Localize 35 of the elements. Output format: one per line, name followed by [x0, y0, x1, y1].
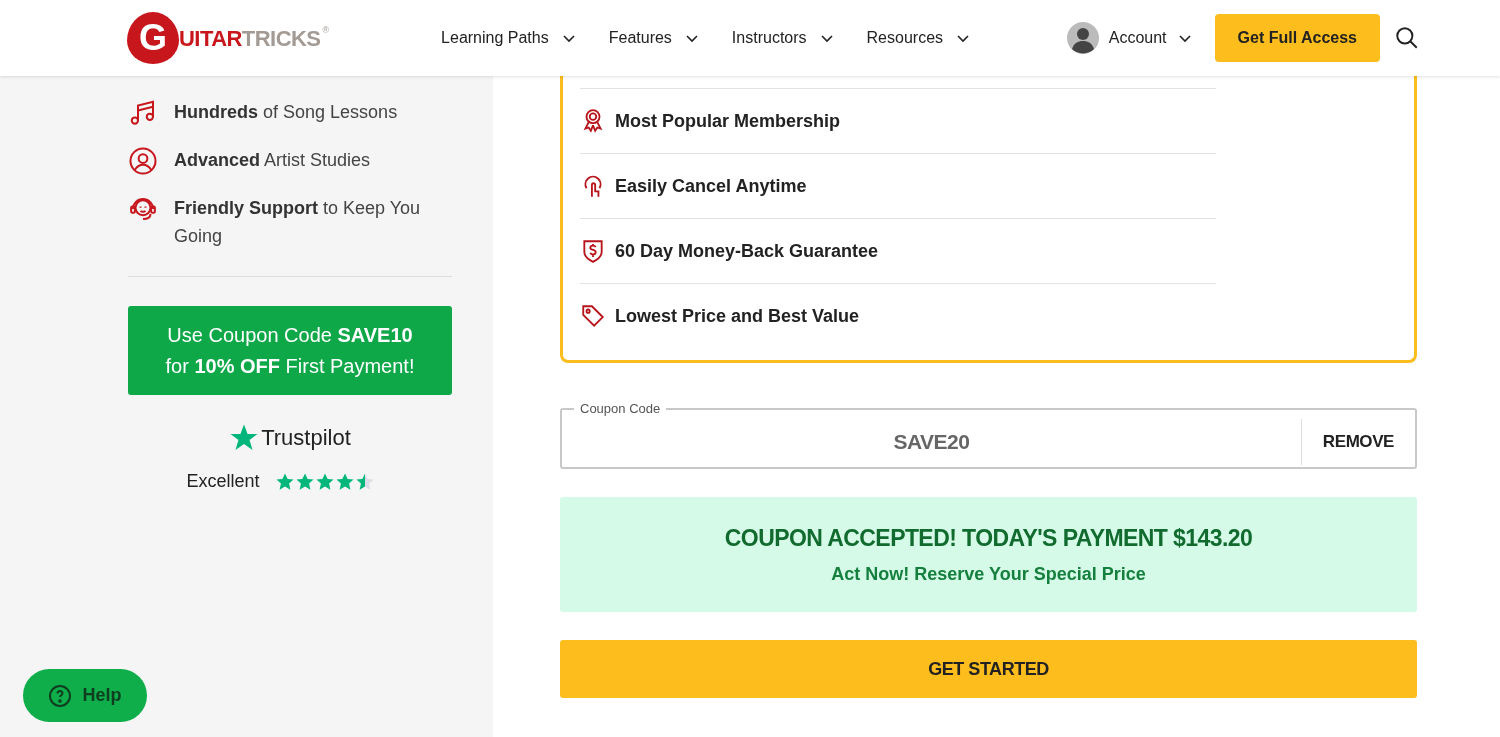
star — [315, 472, 334, 491]
benefit-text: 60 Day Money-Back Guarantee — [615, 239, 879, 263]
star — [355, 472, 374, 491]
feature-text: Advanced Artist Studies — [174, 149, 372, 172]
help-button[interactable]: Help — [23, 669, 147, 722]
star — [275, 472, 294, 491]
get-started-button[interactable]: GET STARTED — [560, 640, 1417, 698]
nav-menu[interactable]: Features — [608, 26, 700, 50]
feature-text: Hundreds of Song Lessons — [174, 101, 399, 124]
star — [335, 472, 354, 491]
coupon-promo-banner: Use Coupon Code SAVE10 for 10% OFF First Payment! — [128, 306, 452, 395]
price-tag-icon — [580, 303, 606, 329]
star — [295, 472, 314, 491]
logo[interactable]: G UITARTRICKS® — [127, 10, 330, 66]
remove-button[interactable]: REMOVE — [1300, 418, 1415, 465]
notice-title: COUPON ACCEPTED! TODAY'S PAYMENT $143.20 — [724, 523, 1253, 553]
benefit-text: Lowest Price and Best Value — [615, 304, 860, 328]
nav-menu[interactable]: Resources — [866, 26, 972, 50]
field-label: Coupon Code — [579, 400, 662, 418]
search-icon[interactable] — [1394, 25, 1420, 51]
shield-dollar-icon — [580, 238, 606, 264]
rating-label: Excellent — [186, 470, 260, 493]
avatar-icon — [1066, 22, 1099, 54]
account-menu[interactable]: Account — [1066, 22, 1193, 54]
notice-subtitle: Act Now! Reserve Your Special Price — [831, 563, 1146, 587]
benefit-text: Easily Cancel Anytime — [615, 174, 807, 198]
feature-text: Friendly Support to Keep You Going — [174, 197, 422, 248]
user-icon — [128, 146, 158, 176]
get-full-access-button[interactable]: Get Full Access — [1214, 14, 1380, 62]
nav-menu[interactable]: Learning Paths — [441, 26, 577, 50]
nav-menu[interactable]: Instructors — [731, 26, 835, 50]
help-icon — [48, 683, 73, 708]
coupon-value: SAVE20 — [892, 429, 971, 455]
benefit-text: Most Popular Membership — [615, 109, 841, 133]
trustpilot-logo: Trustpilot — [261, 424, 351, 452]
